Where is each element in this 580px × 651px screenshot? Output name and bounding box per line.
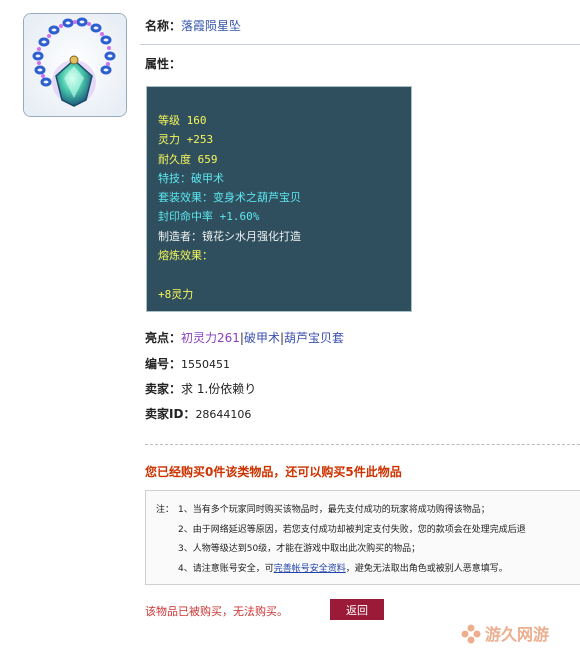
notice-text-4: 4、请注意账号安全，可完善帐号安全资料，避免无法取出角色或被别人恶意填写。 <box>178 560 508 580</box>
purchase-status: 您已经购买0件该类物品，还可以购买5件此物品 <box>145 465 402 479</box>
serial-label: 编号： <box>145 357 182 371</box>
highlight-link-1[interactable]: 初灵力261 <box>181 331 240 345</box>
notice-text-4-before: 4、请注意账号安全，可 <box>178 563 274 574</box>
stat-line: +8灵力 <box>158 287 194 301</box>
back-button[interactable]: 返回 <box>330 599 384 620</box>
seller-id-row: 卖家ID：28644106 <box>145 405 251 422</box>
item-name-row: 名称：落霞陨星坠 <box>145 17 241 34</box>
watermark-text: 游久网游 <box>485 625 550 644</box>
stat-line: 灵力 +253 <box>158 133 214 147</box>
stat-line: 耐久度 659 <box>158 152 218 166</box>
highlights-label: 亮点： <box>145 331 182 345</box>
notice-line-3: 3、人物等级达到50级，才能在游戏中取出此次购买的物品； <box>146 540 580 560</box>
notice-text-4-after: ，避免无法取出角色或被别人恶意填写。 <box>345 563 508 574</box>
attributes-label: 属性： <box>145 57 182 71</box>
seller-id-value: 28644106 <box>195 408 252 421</box>
stat-line: 特技：破甲术 <box>158 171 224 185</box>
stat-line: 制造者：镜花シ水月强化打造 <box>158 229 301 243</box>
notice-text-3: 3、人物等级达到50级，才能在游戏中取出此次购买的物品； <box>178 544 421 554</box>
highlight-link-3[interactable]: 葫芦宝贝套 <box>284 331 344 345</box>
notice-line-4: 4、请注意账号安全，可完善帐号安全资料，避免无法取出角色或被别人恶意填写。 <box>146 560 580 580</box>
notice-text-1: 1、当有多个玩家同时购买该物品时，最先支付成功的玩家将成功购得该物品； <box>178 505 490 515</box>
divider <box>140 44 580 45</box>
notice-prefix: 注： <box>156 505 175 515</box>
highlights-row: 亮点：初灵力261|破甲术|葫芦宝贝套 <box>145 329 344 346</box>
pendant-icon <box>24 14 126 116</box>
seller-row: 卖家：求 1.份依赖り <box>145 380 256 397</box>
stat-line: 封印命中率 +1.60% <box>158 210 260 224</box>
notice-box: 注： 1、当有多个玩家同时购买该物品时，最先支付成功的玩家将成功购得该物品； 2… <box>145 490 580 585</box>
highlight-link-2[interactable]: 破甲术 <box>244 331 280 345</box>
serial-row: 编号：1550451 <box>145 355 230 372</box>
serial-value: 1550451 <box>181 358 231 371</box>
account-security-link[interactable]: 完善帐号安全资料 <box>274 564 346 574</box>
watermark: 游久网游 <box>461 621 549 645</box>
cannot-buy-message: 该物品已被购买，无法购买。 <box>145 605 288 618</box>
notice-text-2: 2、由于网络延迟等原因，若您支付成功却被判定支付失败，您的款项会在处理完成后退 <box>178 524 526 535</box>
flower-logo-icon <box>461 624 481 644</box>
item-thumbnail <box>23 13 127 117</box>
stats-box: 等级 160 灵力 +253 耐久度 659 特技：破甲术套装效果：变身术之葫芦宝贝封… <box>146 86 412 312</box>
stat-line: 熔炼效果： <box>158 249 213 263</box>
notice-line-1: 注： 1、当有多个玩家同时购买该物品时，最先支付成功的玩家将成功购得该物品； <box>146 501 580 521</box>
seller-value: 求 1.份依赖り <box>181 382 257 396</box>
name-label: 名称： <box>145 19 182 33</box>
seller-label: 卖家： <box>145 382 182 396</box>
stat-line: 套装效果：变身术之葫芦宝贝 <box>158 191 301 205</box>
stat-line <box>158 265 411 284</box>
dashed-divider <box>145 444 580 445</box>
notice-line-2: 2、由于网络延迟等原因，若您支付成功却被判定支付失败，您的款项会在处理完成后退 <box>146 521 580 541</box>
stat-line: 等级 160 <box>158 114 207 127</box>
seller-id-label: 卖家ID： <box>145 407 196 421</box>
item-name: 落霞陨星坠 <box>181 19 242 33</box>
